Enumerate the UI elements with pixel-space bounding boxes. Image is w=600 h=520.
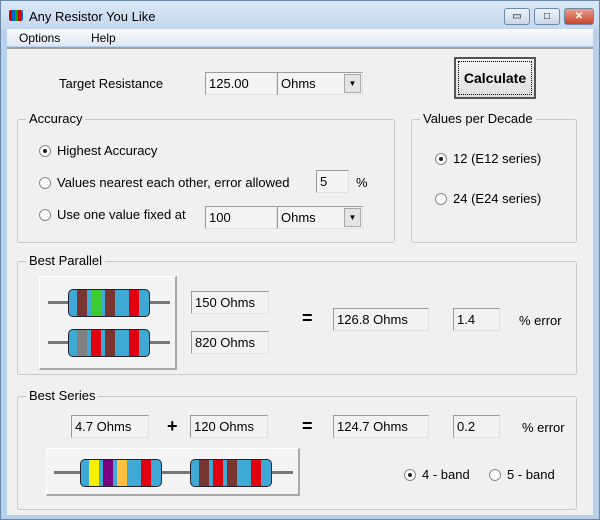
radio-label: 12 (E12 series) — [453, 151, 542, 166]
resistor-band — [199, 460, 209, 486]
parallel-resistor-panel — [39, 276, 177, 370]
parallel-r1-field: 150 Ohms — [191, 291, 269, 314]
resistor-band — [77, 330, 87, 356]
radio-dot[interactable] — [435, 192, 447, 205]
equals-sign: = — [302, 308, 313, 328]
error-allowed-input[interactable]: 5 — [316, 170, 349, 193]
target-unit-select[interactable]: Ohms ▼ — [277, 72, 363, 95]
target-unit-value: Ohms — [281, 76, 316, 91]
percent-label: % — [356, 175, 368, 190]
calculate-button[interactable]: Calculate — [454, 57, 536, 99]
best-series-title: Best Series — [26, 388, 99, 403]
resistor-band — [141, 460, 151, 486]
resistor-body — [80, 459, 162, 487]
parallel-error-field: 1.4 — [453, 308, 500, 331]
parallel-r2-field: 820 Ohms — [191, 331, 269, 354]
radio-dot[interactable] — [39, 208, 51, 221]
radio-dot[interactable] — [435, 152, 447, 165]
resistor-body — [190, 459, 272, 487]
resistor-band — [89, 460, 99, 486]
radio-label: 24 (E24 series) — [453, 191, 542, 206]
series-result-field: 124.7 Ohms — [333, 415, 429, 438]
resistor-body — [68, 329, 150, 357]
radio-dot[interactable] — [39, 176, 51, 189]
fixed-unit-select[interactable]: Ohms ▼ — [277, 206, 363, 229]
menu-help[interactable]: Help — [91, 31, 116, 45]
radio-label: Use one value fixed at — [57, 207, 186, 222]
plus-sign: + — [167, 416, 178, 436]
radio-e12[interactable]: 12 (E12 series) — [435, 151, 541, 166]
resistor-120-ohms — [169, 459, 293, 487]
resistor-820-ohms — [48, 329, 170, 357]
radio-4-band[interactable]: 4 - band — [404, 467, 470, 482]
radio-label: Highest Accuracy — [57, 143, 158, 158]
radio-label: 5 - band — [507, 467, 555, 482]
resistor-4-7-ohms — [54, 459, 188, 487]
values-per-decade-title: Values per Decade — [420, 111, 536, 126]
chevron-down-icon[interactable]: ▼ — [344, 74, 361, 93]
minimize-button[interactable]: ▭ — [504, 8, 530, 25]
resistor-band — [117, 460, 127, 486]
maximize-button[interactable]: □ — [534, 8, 560, 25]
resistor-band — [105, 330, 115, 356]
title-bar[interactable]: Any Resistor You Like ▭ □ ✕ — [1, 1, 599, 29]
radio-dot[interactable] — [489, 468, 501, 481]
app-window: Any Resistor You Like ▭ □ ✕ Options Help… — [0, 0, 600, 520]
resistor-app-icon — [9, 10, 23, 21]
resistor-band — [105, 290, 115, 316]
resistor-band — [103, 460, 113, 486]
equals-sign: = — [302, 416, 313, 436]
target-resistance-label: Target Resistance — [59, 76, 164, 91]
radio-label: Values nearest each other, error allowed — [57, 175, 290, 190]
menu-bar: Options Help — [7, 29, 593, 46]
resistor-band — [129, 290, 139, 316]
resistor-band — [91, 290, 101, 316]
radio-dot[interactable] — [404, 468, 416, 481]
series-error-field: 0.2 — [453, 415, 500, 438]
chevron-down-icon[interactable]: ▼ — [344, 208, 361, 227]
resistor-band — [77, 290, 87, 316]
accuracy-title: Accuracy — [26, 111, 86, 126]
client-area: Target Resistance 125.00 Ohms ▼ Calculat… — [7, 47, 593, 515]
resistor-band — [251, 460, 261, 486]
radio-label: 4 - band — [422, 467, 470, 482]
target-resistance-input[interactable]: 125.00 — [205, 72, 277, 95]
series-error-label: % error — [522, 420, 565, 435]
resistor-band — [91, 330, 101, 356]
close-button[interactable]: ✕ — [564, 8, 594, 25]
series-r2-field: 120 Ohms — [190, 415, 268, 438]
best-parallel-title: Best Parallel — [26, 253, 105, 268]
parallel-error-label: % error — [519, 313, 562, 328]
radio-e24[interactable]: 24 (E24 series) — [435, 191, 541, 206]
resistor-body — [68, 289, 150, 317]
values-per-decade-group: Values per Decade — [411, 111, 577, 243]
resistor-band — [213, 460, 223, 486]
series-r1-field: 4.7 Ohms — [71, 415, 149, 438]
radio-highest-accuracy[interactable]: Highest Accuracy — [39, 143, 157, 158]
resistor-band — [227, 460, 237, 486]
window-title: Any Resistor You Like — [29, 9, 156, 24]
resistor-band — [129, 330, 139, 356]
radio-5-band[interactable]: 5 - band — [489, 467, 555, 482]
menu-options[interactable]: Options — [19, 31, 60, 45]
radio-values-nearest[interactable]: Values nearest each other, error allowed — [39, 175, 289, 190]
fixed-value-input[interactable]: 100 — [205, 206, 277, 229]
radio-dot[interactable] — [39, 144, 51, 157]
parallel-result-field: 126.8 Ohms — [333, 308, 429, 331]
radio-fixed-value[interactable]: Use one value fixed at — [39, 207, 186, 222]
fixed-unit-value: Ohms — [281, 210, 316, 225]
series-resistor-panel — [46, 448, 300, 496]
resistor-150-ohms — [48, 289, 170, 317]
